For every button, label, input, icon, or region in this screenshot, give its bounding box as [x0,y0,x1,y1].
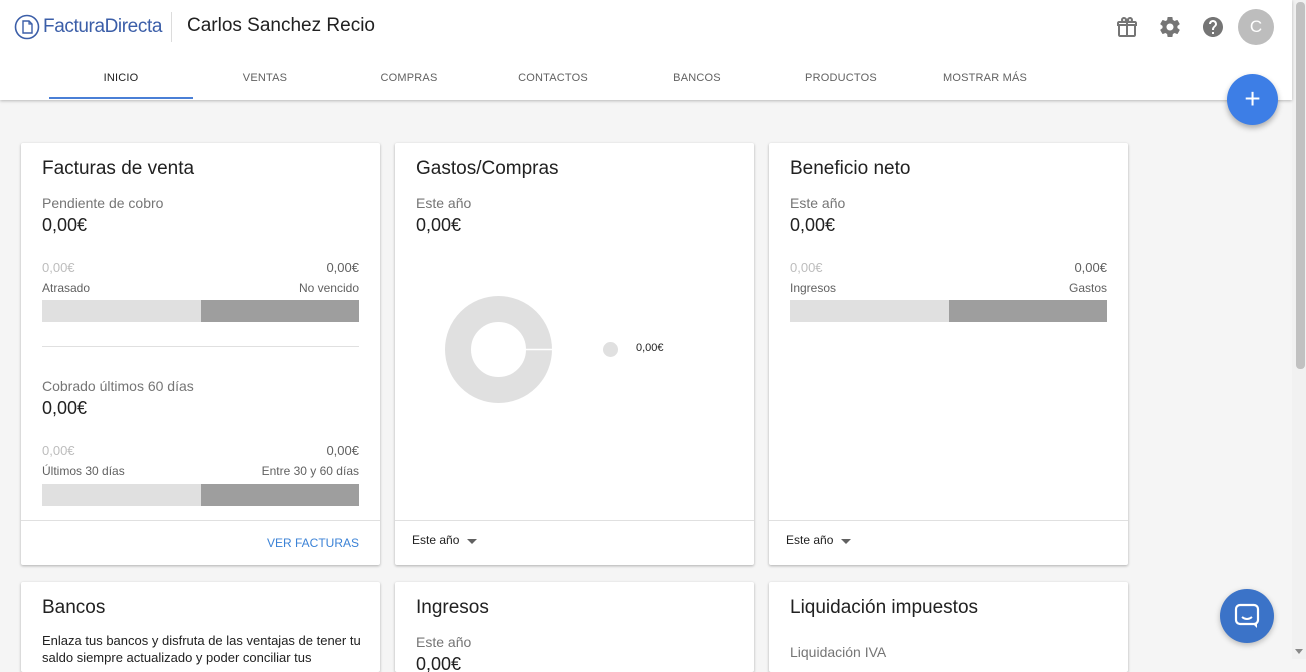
card-title: Facturas de venta [42,158,195,179]
logo-text: FacturaDirecta [43,16,162,37]
gift-icon[interactable] [1115,15,1139,39]
last-30-value: 0,00€ [42,443,75,458]
tab-bancos[interactable]: BANCOS [625,58,769,99]
period-label: Este año [416,634,472,650]
period-label: Este año [416,195,472,211]
card-title: Ingresos [416,597,489,618]
main-nav: INICIO VENTAS COMPRAS CONTACTOS BANCOS P… [49,58,1057,100]
chevron-down-icon [841,538,852,544]
header-divider [171,12,172,42]
card-title: Bancos [42,597,106,618]
period-select[interactable]: Este año [786,533,852,547]
legend-value: 0,00€ [636,342,664,354]
logo[interactable]: FacturaDirecta [14,13,162,41]
card-title: Gastos/Compras [416,158,559,179]
collected-bar-30-60 [200,484,359,506]
income-label: Ingresos [790,281,837,295]
profit-bar-costs [948,300,1107,322]
card-gastos-compras: Gastos/Compras Este año 0,00€ 0,00€ Este… [395,143,754,565]
vat-label: Liquidación IVA [790,644,887,660]
card-footer: VER FACTURAS [21,520,380,565]
not-due-value: 0,00€ [326,260,359,275]
gear-icon[interactable] [1158,15,1182,39]
not-due-label: No vencido [298,281,359,295]
card-facturas-venta: Facturas de venta Pendiente de cobro 0,0… [21,143,380,565]
company-name: Carlos Sanchez Recio [187,15,375,36]
add-fab-button[interactable]: + [1227,74,1278,125]
period-select[interactable]: Este año [412,533,478,547]
top-header: FacturaDirecta Carlos Sanchez Recio C IN… [0,0,1292,100]
ver-facturas-link[interactable]: VER FACTURAS [267,536,359,550]
period-label: Este año [790,195,846,211]
tab-mostrar-mas[interactable]: MOSTRAR MÁS [913,58,1057,99]
profit-bar-income [790,300,949,322]
last-30-label: Últimos 30 días [42,464,125,478]
pending-amount: 0,00€ [42,215,88,235]
between-30-60-label: Entre 30 y 60 días [261,464,359,478]
overdue-label: Atrasado [42,281,91,295]
costs-value: 0,00€ [1074,260,1107,275]
card-title: Beneficio neto [790,158,911,179]
bancos-description: Enlaza tus bancos y disfruta de las vent… [42,633,361,665]
period-select-label: Este año [412,533,460,547]
divider [42,346,359,347]
expenses-amount: 0,00€ [416,215,462,235]
card-beneficio-neto: Beneficio neto Este año 0,00€ 0,00€ 0,00… [769,143,1128,565]
card-footer: Este año [395,520,754,565]
scrollbar-thumb[interactable] [1296,2,1305,369]
scroll-down-icon[interactable] [1295,649,1303,654]
legend-dot [603,342,618,357]
tab-inicio[interactable]: INICIO [49,58,193,99]
pending-bar-overdue [42,300,201,322]
pending-bar [42,300,359,322]
tab-contactos[interactable]: CONTACTOS [481,58,625,99]
expenses-donut-chart [445,296,552,403]
collected-bar-last-30 [42,484,201,506]
card-footer: Este año [769,520,1128,565]
between-30-60-value: 0,00€ [326,443,359,458]
profit-amount: 0,00€ [790,215,836,235]
logo-mark-icon [14,14,40,40]
help-icon[interactable] [1201,15,1225,39]
tab-compras[interactable]: COMPRAS [337,58,481,99]
profit-bar [790,300,1107,322]
chat-icon [1234,603,1260,628]
tab-ventas[interactable]: VENTAS [193,58,337,99]
card-title: Liquidación impuestos [790,597,979,618]
chevron-down-icon [467,538,478,544]
income-amount: 0,00€ [416,654,462,672]
pending-label: Pendiente de cobro [42,195,164,211]
chat-launcher-button[interactable] [1220,589,1274,643]
period-select-label: Este año [786,533,834,547]
collected-amount: 0,00€ [42,398,88,418]
pending-bar-not-due [200,300,359,322]
overdue-value: 0,00€ [42,260,75,275]
avatar[interactable]: C [1238,9,1274,45]
costs-label: Gastos [1068,281,1107,295]
tab-productos[interactable]: PRODUCTOS [769,58,913,99]
income-value: 0,00€ [790,260,823,275]
collected-bar [42,484,359,506]
collected-label: Cobrado últimos 60 días [42,378,194,394]
